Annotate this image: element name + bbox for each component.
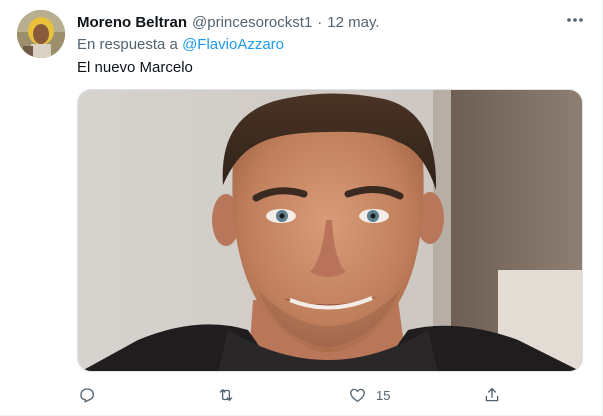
avatar[interactable] (17, 10, 65, 58)
reply-prefix: En respuesta a (77, 36, 178, 53)
separator: · (317, 13, 323, 31)
reply-mention-link[interactable]: @FlavioAzzaro (182, 36, 284, 53)
retweet-button[interactable] (209, 382, 245, 408)
tweet-text: El nuevo Marcelo (77, 59, 193, 76)
like-icon (349, 388, 365, 403)
reply-button[interactable] (70, 382, 106, 408)
share-icon (485, 387, 499, 402)
more-icon (567, 18, 583, 22)
tweet-card[interactable]: Moreno Beltran @princesorockst1 · 12 may… (0, 0, 603, 416)
like-count: 15 (376, 387, 391, 403)
handle[interactable]: @princesorockst1 (192, 14, 312, 31)
retweet-icon (219, 389, 233, 401)
like-button[interactable]: 15 (340, 382, 390, 408)
tweet-actions: 15 (70, 382, 510, 408)
display-name[interactable]: Moreno Beltran (77, 14, 187, 31)
timestamp[interactable]: 12 may. (327, 14, 379, 31)
photo-illustration (78, 90, 582, 371)
tweet-header: Moreno Beltran @princesorockst1 · 12 may… (77, 12, 380, 32)
reply-icon (80, 388, 95, 403)
avatar-image (17, 10, 65, 58)
tweet-media-image[interactable] (77, 89, 583, 372)
share-button[interactable] (475, 382, 511, 408)
reply-context: En respuesta a @FlavioAzzaro (77, 36, 284, 53)
more-options-button[interactable] (562, 10, 588, 30)
